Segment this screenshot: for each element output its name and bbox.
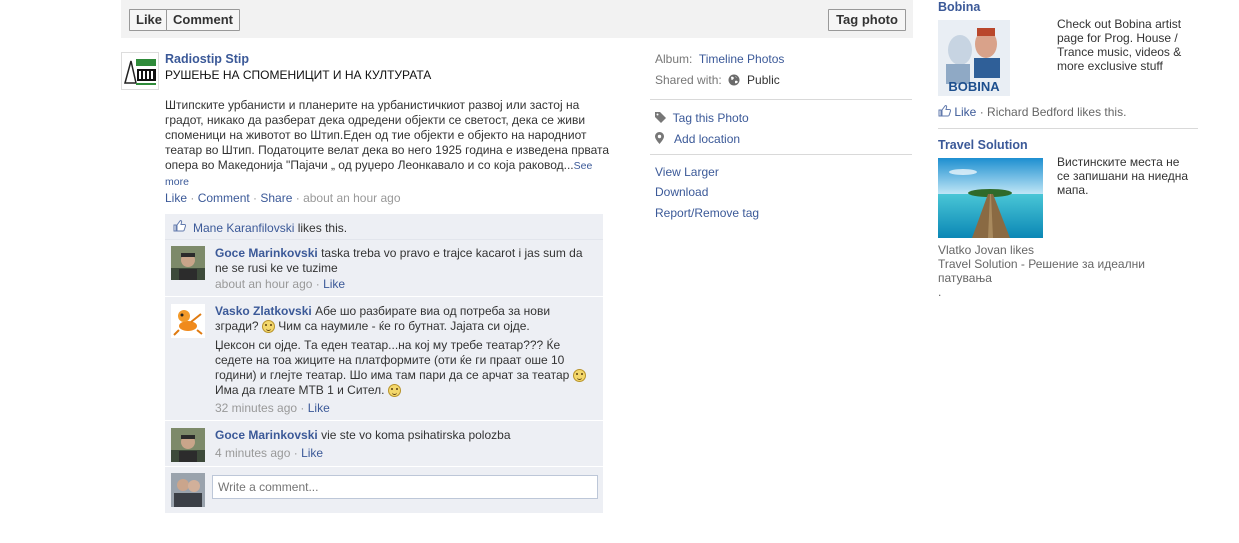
comment-item: Vasko Zlatkovski Абе шо разбирате виа од…	[165, 298, 603, 421]
comment-like-link[interactable]: Like	[308, 401, 330, 415]
comment-timestamp[interactable]: about an hour ago	[215, 277, 312, 291]
post-comment-link[interactable]: Comment	[198, 191, 250, 205]
separator-dot: ·	[292, 191, 304, 205]
comment-like-link[interactable]: Like	[301, 446, 323, 460]
ad-bobina-like-link[interactable]: Like	[954, 105, 976, 119]
post-body-text: Штипските урбанисти и планерите на урбан…	[165, 98, 610, 172]
comment-text: vie ste vo koma psihatirska polozba	[321, 428, 511, 442]
add-location-row[interactable]: Add location	[655, 132, 740, 147]
album-link[interactable]: Timeline Photos	[699, 52, 785, 66]
thumbs-up-icon	[173, 220, 187, 235]
commenter-avatar[interactable]	[171, 304, 205, 338]
post-title: РУШЕЊЕ НА СПОМЕНИЦИТ И НА КУЛТУРАТА	[165, 68, 432, 82]
view-larger-link[interactable]: View Larger	[655, 165, 719, 179]
commenter-avatar[interactable]	[171, 246, 205, 280]
report-remove-tag-link[interactable]: Report/Remove tag	[655, 206, 759, 220]
divider	[650, 154, 912, 155]
shared-with-label: Shared with:	[655, 73, 722, 87]
ad-bobina-social-text: Richard Bedford likes this.	[987, 105, 1127, 119]
comment-timestamp[interactable]: 4 minutes ago	[215, 446, 290, 460]
comment-author-link[interactable]: Goce Marinkovski	[215, 246, 318, 260]
ad-travel-social: Vlatko Jovan likes Travel Solution - Реш…	[938, 243, 1168, 299]
tag-this-photo-row[interactable]: Tag this Photo	[655, 111, 749, 126]
comment-author-link[interactable]: Goce Marinkovski	[215, 428, 318, 442]
ad-travel-text[interactable]: Вистинските места не се запишани на ниед…	[1057, 155, 1192, 197]
ad-bobina-text[interactable]: Check out Bobina artist page for Prog. H…	[1057, 17, 1192, 73]
globe-icon	[728, 74, 740, 89]
ad-bobina-social: Like · Richard Bedford likes this.	[938, 105, 1126, 120]
location-pin-icon	[655, 132, 664, 147]
separator-dot: ·	[187, 191, 198, 205]
ad-travel-title[interactable]: Travel Solution	[938, 138, 1028, 152]
post-like-link[interactable]: Like	[165, 191, 187, 205]
comment-like-link[interactable]: Like	[323, 277, 345, 291]
write-comment-row	[165, 468, 603, 513]
comment-text: Чим са наумиле - ќе го бутнат. Јајата си…	[274, 319, 530, 333]
likes-summary: Mane Karanfilovski likes this.	[165, 214, 603, 240]
radiostip-avatar[interactable]	[121, 52, 159, 90]
comment-item: Goce Marinkovski taska treba vo pravo e …	[165, 240, 603, 297]
ad-travel-image[interactable]	[938, 158, 1043, 238]
liker-name-link[interactable]: Mane Karanfilovski	[193, 221, 294, 235]
comment-text: Има да глеате МТВ 1 и Сител.	[215, 383, 388, 397]
privacy-info: Shared with: Public	[655, 73, 780, 89]
post-body: Штипските урбанисти и планерите на урбан…	[165, 98, 615, 190]
comment-timestamp[interactable]: 32 minutes ago	[215, 401, 297, 415]
separator-dot: ·	[249, 191, 261, 205]
ad-travel-social-line: .	[938, 285, 942, 299]
ad-travel-social-line: Travel Solution - Решение за идеални пат…	[938, 257, 1145, 285]
post-timestamp[interactable]: about an hour ago	[303, 191, 400, 205]
likes-suffix: likes this.	[294, 221, 348, 235]
album-label: Album:	[655, 52, 693, 66]
ad-travel-social-line: Vlatko Jovan likes	[938, 243, 1035, 257]
comments-panel: Mane Karanfilovski likes this. Goce Mari…	[165, 214, 603, 513]
commenter-avatar[interactable]	[171, 428, 205, 462]
download-link[interactable]: Download	[655, 185, 708, 199]
bobina-logo-text: BOBINA	[948, 79, 1000, 94]
post-author-link[interactable]: Radiostip Stip	[165, 52, 249, 66]
album-info: Album: Timeline Photos	[655, 52, 784, 66]
comment-text: Џексон си ојде. Та еден театар...на кој …	[215, 338, 573, 382]
comment-author-link[interactable]: Vasko Zlatkovski	[215, 304, 312, 318]
like-button[interactable]: Like	[129, 9, 167, 31]
photo-action-bar: Like Comment Tag photo	[121, 0, 913, 38]
add-location-link[interactable]: Add location	[674, 132, 740, 146]
current-user-avatar	[171, 473, 205, 507]
smiley-emoticon-icon	[387, 384, 401, 397]
smiley-emoticon-icon	[261, 320, 275, 333]
tag-this-photo-link[interactable]: Tag this Photo	[673, 111, 749, 125]
ad-bobina-title[interactable]: Bobina	[938, 0, 980, 14]
thumbs-up-icon	[938, 105, 952, 120]
comment-button[interactable]: Comment	[166, 9, 240, 31]
comment-input[interactable]	[212, 475, 598, 499]
ad-bobina-image[interactable]: BOBINA	[938, 20, 1010, 96]
tag-icon	[655, 112, 666, 126]
post-share-link[interactable]: Share	[260, 191, 292, 205]
comment-item: Goce Marinkovski vie ste vo koma psihati…	[165, 422, 603, 467]
divider	[938, 128, 1198, 129]
tag-photo-button[interactable]: Tag photo	[828, 9, 906, 31]
privacy-value[interactable]: Public	[747, 73, 780, 87]
smiley-emoticon-icon	[572, 369, 586, 382]
post-actions: Like · Comment · Share · about an hour a…	[165, 191, 401, 205]
divider	[650, 99, 912, 100]
